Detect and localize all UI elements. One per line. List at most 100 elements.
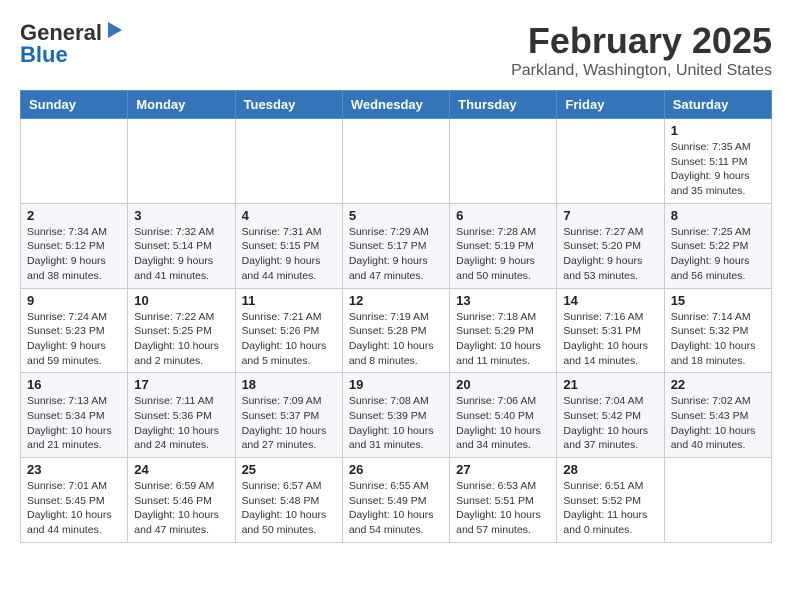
- day-info: Sunrise: 7:16 AMSunset: 5:31 PMDaylight:…: [563, 310, 657, 369]
- day-number: 9: [27, 293, 121, 308]
- calendar-cell: 25Sunrise: 6:57 AMSunset: 5:48 PMDayligh…: [235, 458, 342, 543]
- title-section: February 2025 Parkland, Washington, Unit…: [511, 20, 772, 80]
- day-number: 2: [27, 208, 121, 223]
- calendar-cell: 24 Sunrise: 6:59 AMSunset: 5:46 PMDayligh…: [128, 458, 235, 543]
- day-info: Sunrise: 6:51 AMSunset: 5:52 PMDaylight:…: [563, 479, 657, 538]
- day-info: Sunrise: 7:14 AMSunset: 5:32 PMDaylight:…: [671, 310, 765, 369]
- day-info: Sunrise: 7:01 AMSunset: 5:45 PMDaylight:…: [27, 479, 121, 538]
- day-number: 15: [671, 293, 765, 308]
- day-info: Sunrise: 7:08 AMSunset: 5:39 PMDaylight:…: [349, 394, 443, 453]
- header-row: Sunday Monday Tuesday Wednesday Thursday…: [21, 91, 772, 119]
- day-number: 4: [242, 208, 336, 223]
- col-tuesday: Tuesday: [235, 91, 342, 119]
- calendar-cell: 12Sunrise: 7:19 AMSunset: 5:28 PMDayligh…: [342, 288, 449, 373]
- day-info: Sunrise: 7:28 AMSunset: 5:19 PMDaylight:…: [456, 225, 550, 284]
- calendar-cell: 8Sunrise: 7:25 AMSunset: 5:22 PMDaylight…: [664, 203, 771, 288]
- day-number: 11: [242, 293, 336, 308]
- day-info: Sunrise: 7:32 AMSunset: 5:14 PMDaylight:…: [134, 225, 228, 284]
- calendar-cell: 22 Sunrise: 7:02 AMSunset: 5:43 PMDayligh…: [664, 373, 771, 458]
- day-number: 27: [456, 462, 550, 477]
- col-thursday: Thursday: [450, 91, 557, 119]
- calendar-cell: 9 Sunrise: 7:24 AMSunset: 5:23 PMDaylight…: [21, 288, 128, 373]
- calendar-week-row: 16Sunrise: 7:13 AMSunset: 5:34 PMDayligh…: [21, 373, 772, 458]
- day-info: Sunrise: 7:22 AMSunset: 5:25 PMDaylight:…: [134, 310, 228, 369]
- day-number: 13: [456, 293, 550, 308]
- calendar-cell: 23 Sunrise: 7:01 AMSunset: 5:45 PMDayligh…: [21, 458, 128, 543]
- calendar-cell: [557, 119, 664, 204]
- calendar-cell: 4 Sunrise: 7:31 AMSunset: 5:15 PMDaylight…: [235, 203, 342, 288]
- calendar-cell: 7 Sunrise: 7:27 AMSunset: 5:20 PMDaylight…: [557, 203, 664, 288]
- calendar-cell: 15 Sunrise: 7:14 AMSunset: 5:32 PMDayligh…: [664, 288, 771, 373]
- calendar-cell: [450, 119, 557, 204]
- calendar-cell: 14 Sunrise: 7:16 AMSunset: 5:31 PMDayligh…: [557, 288, 664, 373]
- day-number: 28: [563, 462, 657, 477]
- day-number: 26: [349, 462, 443, 477]
- calendar-cell: 19Sunrise: 7:08 AMSunset: 5:39 PMDayligh…: [342, 373, 449, 458]
- day-info: Sunrise: 7:35 AMSunset: 5:11 PMDaylight:…: [671, 140, 765, 199]
- calendar-cell: 1 Sunrise: 7:35 AMSunset: 5:11 PMDaylight…: [664, 119, 771, 204]
- day-info: Sunrise: 7:24 AMSunset: 5:23 PMDaylight:…: [27, 310, 121, 369]
- logo: General Blue: [20, 20, 126, 68]
- calendar-cell: 2 Sunrise: 7:34 AMSunset: 5:12 PMDaylight…: [21, 203, 128, 288]
- day-info: Sunrise: 6:55 AMSunset: 5:49 PMDaylight:…: [349, 479, 443, 538]
- calendar-cell: 27 Sunrise: 6:53 AMSunset: 5:51 PMDayligh…: [450, 458, 557, 543]
- calendar-cell: 6Sunrise: 7:28 AMSunset: 5:19 PMDaylight…: [450, 203, 557, 288]
- logo-blue: Blue: [20, 42, 68, 68]
- calendar-cell: 13 Sunrise: 7:18 AMSunset: 5:29 PMDayligh…: [450, 288, 557, 373]
- day-number: 14: [563, 293, 657, 308]
- day-number: 21: [563, 377, 657, 392]
- day-info: Sunrise: 7:27 AMSunset: 5:20 PMDaylight:…: [563, 225, 657, 284]
- calendar-table: Sunday Monday Tuesday Wednesday Thursday…: [20, 90, 772, 543]
- col-friday: Friday: [557, 91, 664, 119]
- calendar-cell: 18 Sunrise: 7:09 AMSunset: 5:37 PMDayligh…: [235, 373, 342, 458]
- day-number: 10: [134, 293, 228, 308]
- day-info: Sunrise: 7:09 AMSunset: 5:37 PMDaylight:…: [242, 394, 336, 453]
- page-header: General Blue February 2025 Parkland, Was…: [20, 20, 772, 80]
- calendar-cell: [664, 458, 771, 543]
- day-info: Sunrise: 7:04 AMSunset: 5:42 PMDaylight:…: [563, 394, 657, 453]
- day-number: 22: [671, 377, 765, 392]
- logo-icon: [104, 20, 126, 42]
- day-info: Sunrise: 6:53 AMSunset: 5:51 PMDaylight:…: [456, 479, 550, 538]
- day-number: 20: [456, 377, 550, 392]
- calendar-cell: 28 Sunrise: 6:51 AMSunset: 5:52 PMDayligh…: [557, 458, 664, 543]
- calendar-cell: 3 Sunrise: 7:32 AMSunset: 5:14 PMDaylight…: [128, 203, 235, 288]
- calendar-cell: 10 Sunrise: 7:22 AMSunset: 5:25 PMDayligh…: [128, 288, 235, 373]
- calendar-subtitle: Parkland, Washington, United States: [511, 62, 772, 80]
- calendar-cell: [342, 119, 449, 204]
- day-info: Sunrise: 7:34 AMSunset: 5:12 PMDaylight:…: [27, 225, 121, 284]
- calendar-cell: [128, 119, 235, 204]
- calendar-cell: 11 Sunrise: 7:21 AMSunset: 5:26 PMDayligh…: [235, 288, 342, 373]
- calendar-cell: [235, 119, 342, 204]
- day-number: 12: [349, 293, 443, 308]
- calendar-cell: 26 Sunrise: 6:55 AMSunset: 5:49 PMDayligh…: [342, 458, 449, 543]
- day-number: 1: [671, 123, 765, 138]
- day-number: 24: [134, 462, 228, 477]
- day-info: Sunrise: 7:31 AMSunset: 5:15 PMDaylight:…: [242, 225, 336, 284]
- calendar-week-row: 2 Sunrise: 7:34 AMSunset: 5:12 PMDaylight…: [21, 203, 772, 288]
- day-info: Sunrise: 7:18 AMSunset: 5:29 PMDaylight:…: [456, 310, 550, 369]
- day-number: 17: [134, 377, 228, 392]
- day-number: 5: [349, 208, 443, 223]
- col-sunday: Sunday: [21, 91, 128, 119]
- day-info: Sunrise: 7:21 AMSunset: 5:26 PMDaylight:…: [242, 310, 336, 369]
- day-info: Sunrise: 7:02 AMSunset: 5:43 PMDaylight:…: [671, 394, 765, 453]
- calendar-cell: 21 Sunrise: 7:04 AMSunset: 5:42 PMDayligh…: [557, 373, 664, 458]
- day-info: Sunrise: 7:29 AMSunset: 5:17 PMDaylight:…: [349, 225, 443, 284]
- calendar-title: February 2025: [511, 20, 772, 62]
- day-number: 18: [242, 377, 336, 392]
- day-number: 3: [134, 208, 228, 223]
- col-monday: Monday: [128, 91, 235, 119]
- calendar-cell: 20 Sunrise: 7:06 AMSunset: 5:40 PMDayligh…: [450, 373, 557, 458]
- calendar-week-row: 23 Sunrise: 7:01 AMSunset: 5:45 PMDayligh…: [21, 458, 772, 543]
- day-number: 23: [27, 462, 121, 477]
- calendar-week-row: 1 Sunrise: 7:35 AMSunset: 5:11 PMDaylight…: [21, 119, 772, 204]
- day-number: 25: [242, 462, 336, 477]
- day-number: 7: [563, 208, 657, 223]
- calendar-week-row: 9 Sunrise: 7:24 AMSunset: 5:23 PMDaylight…: [21, 288, 772, 373]
- day-info: Sunrise: 7:06 AMSunset: 5:40 PMDaylight:…: [456, 394, 550, 453]
- day-info: Sunrise: 6:59 AMSunset: 5:46 PMDaylight:…: [134, 479, 228, 538]
- col-wednesday: Wednesday: [342, 91, 449, 119]
- col-saturday: Saturday: [664, 91, 771, 119]
- day-info: Sunrise: 7:25 AMSunset: 5:22 PMDaylight:…: [671, 225, 765, 284]
